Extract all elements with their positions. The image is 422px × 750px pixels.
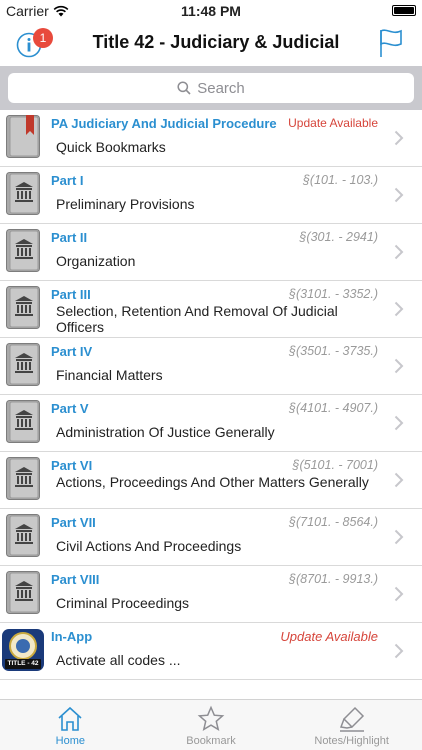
row-title-label: Organization — [56, 253, 136, 269]
list-item[interactable]: Part III §(3101. - 3352.) Selection, Reten… — [0, 281, 422, 338]
row-title-label: Financial Matters — [56, 367, 163, 383]
row-part-label: Part III — [51, 287, 91, 302]
search-bar: Search — [0, 66, 422, 110]
row-part-label: Part V — [51, 401, 89, 416]
chevron-right-icon — [394, 643, 404, 659]
navigation-bar: 1 Title 42 - Judiciary & Judicial — [0, 22, 422, 66]
row-title-label: Actions, Proceedings And Other Matters G… — [56, 474, 369, 490]
chevron-right-icon — [394, 244, 404, 260]
parts-list: PA Judiciary And Judicial Procedure Updat… — [0, 110, 422, 680]
row-title-label: Civil Actions And Proceedings — [56, 538, 242, 554]
courthouse-book-icon — [6, 514, 40, 557]
row-title-label: Quick Bookmarks — [56, 139, 166, 155]
chevron-right-icon — [394, 415, 404, 431]
section-range-label: §(301. - 2941) — [299, 230, 378, 244]
tab-bar: Home Bookmark Notes/Highlight — [0, 699, 422, 750]
row-title-label: Criminal Proceedings — [56, 595, 190, 611]
tab-bookmark-label: Bookmark — [186, 735, 236, 747]
courthouse-book-icon — [6, 571, 40, 614]
row-part-label: Part VIII — [51, 572, 100, 587]
status-bar: Carrier 11:48 PM — [0, 0, 422, 22]
update-available-label: Update Available — [280, 629, 378, 644]
row-title-label: Administration Of Justice Generally — [56, 424, 275, 440]
status-time: 11:48 PM — [181, 3, 241, 19]
search-input[interactable]: Search — [8, 73, 414, 103]
tab-notes-label: Notes/Highlight — [314, 735, 389, 747]
star-icon — [197, 705, 225, 731]
list-item[interactable]: Part VIII §(8701. - 9913.) Criminal Procee… — [0, 566, 422, 623]
search-placeholder: Search — [197, 79, 245, 97]
battery-icon — [392, 5, 416, 16]
chevron-right-icon — [394, 472, 404, 488]
chevron-right-icon — [394, 529, 404, 545]
row-part-label: Part I — [51, 173, 84, 188]
row-part-label: Part VI — [51, 458, 93, 473]
home-icon — [58, 706, 82, 731]
search-icon — [177, 81, 191, 95]
courthouse-book-icon — [6, 172, 40, 215]
courthouse-book-icon — [6, 457, 40, 500]
courthouse-book-icon — [6, 400, 40, 443]
tab-bookmark[interactable]: Bookmark — [141, 700, 282, 750]
bookmark-book-icon — [6, 115, 40, 158]
list-item[interactable]: PA Judiciary And Judicial Procedure Updat… — [0, 110, 422, 167]
seal-title-label: TITLE - 42 — [7, 660, 39, 667]
chevron-right-icon — [394, 358, 404, 374]
chevron-right-icon — [394, 586, 404, 602]
section-range-label: §(3101. - 3352.) — [289, 287, 378, 301]
section-range-label: §(8701. - 9913.) — [289, 572, 378, 586]
list-item[interactable]: Part VI §(5101. - 7001) Actions, Proceedin… — [0, 452, 422, 509]
update-available-label: Update Available — [288, 116, 378, 130]
row-part-label: Part VII — [51, 515, 96, 530]
courthouse-book-icon — [6, 286, 40, 329]
list-item[interactable]: Part V §(4101. - 4907.) Administration Of … — [0, 395, 422, 452]
list-item[interactable]: Part IV §(3501. - 3735.) Financial Matters — [0, 338, 422, 395]
section-range-label: §(101. - 103.) — [302, 173, 378, 187]
section-range-label: §(4101. - 4907.) — [289, 401, 378, 415]
row-title-label: Preliminary Provisions — [56, 196, 195, 212]
section-range-label: §(5101. - 7001) — [292, 458, 378, 472]
notification-badge: 1 — [33, 28, 53, 48]
courthouse-book-icon — [6, 229, 40, 272]
row-part-label: PA Judiciary And Judicial Procedure — [51, 116, 277, 131]
courthouse-book-icon — [6, 343, 40, 386]
list-item[interactable]: Part II §(301. - 2941) Organization — [0, 224, 422, 281]
list-item[interactable]: TITLE - 42 In-App Update Available Activate… — [0, 623, 422, 680]
list-item[interactable]: Part VII §(7101. - 8564.) Civil Actions An… — [0, 509, 422, 566]
chevron-right-icon — [394, 130, 404, 146]
section-range-label: §(7101. - 8564.) — [289, 515, 378, 529]
page-title: Title 42 - Judiciary & Judicial — [92, 32, 340, 52]
chevron-right-icon — [394, 187, 404, 203]
section-range-label: §(3501. - 3735.) — [289, 344, 378, 358]
row-title-label: Selection, Retention And Removal Of Judi… — [56, 303, 338, 335]
highlighter-icon — [339, 706, 364, 732]
flag-icon[interactable] — [378, 28, 404, 58]
row-part-label: Part IV — [51, 344, 93, 359]
tab-home-label: Home — [55, 735, 85, 747]
row-title-label: Activate all codes ... — [56, 652, 181, 668]
row-part-label: In-App — [51, 629, 93, 644]
chevron-right-icon — [394, 301, 404, 317]
list-item[interactable]: Part I §(101. - 103.) Preliminary Provisio… — [0, 167, 422, 224]
row-part-label: Part II — [51, 230, 88, 245]
tab-notes-highlight[interactable]: Notes/Highlight — [281, 700, 422, 750]
tab-home[interactable]: Home — [0, 700, 141, 750]
